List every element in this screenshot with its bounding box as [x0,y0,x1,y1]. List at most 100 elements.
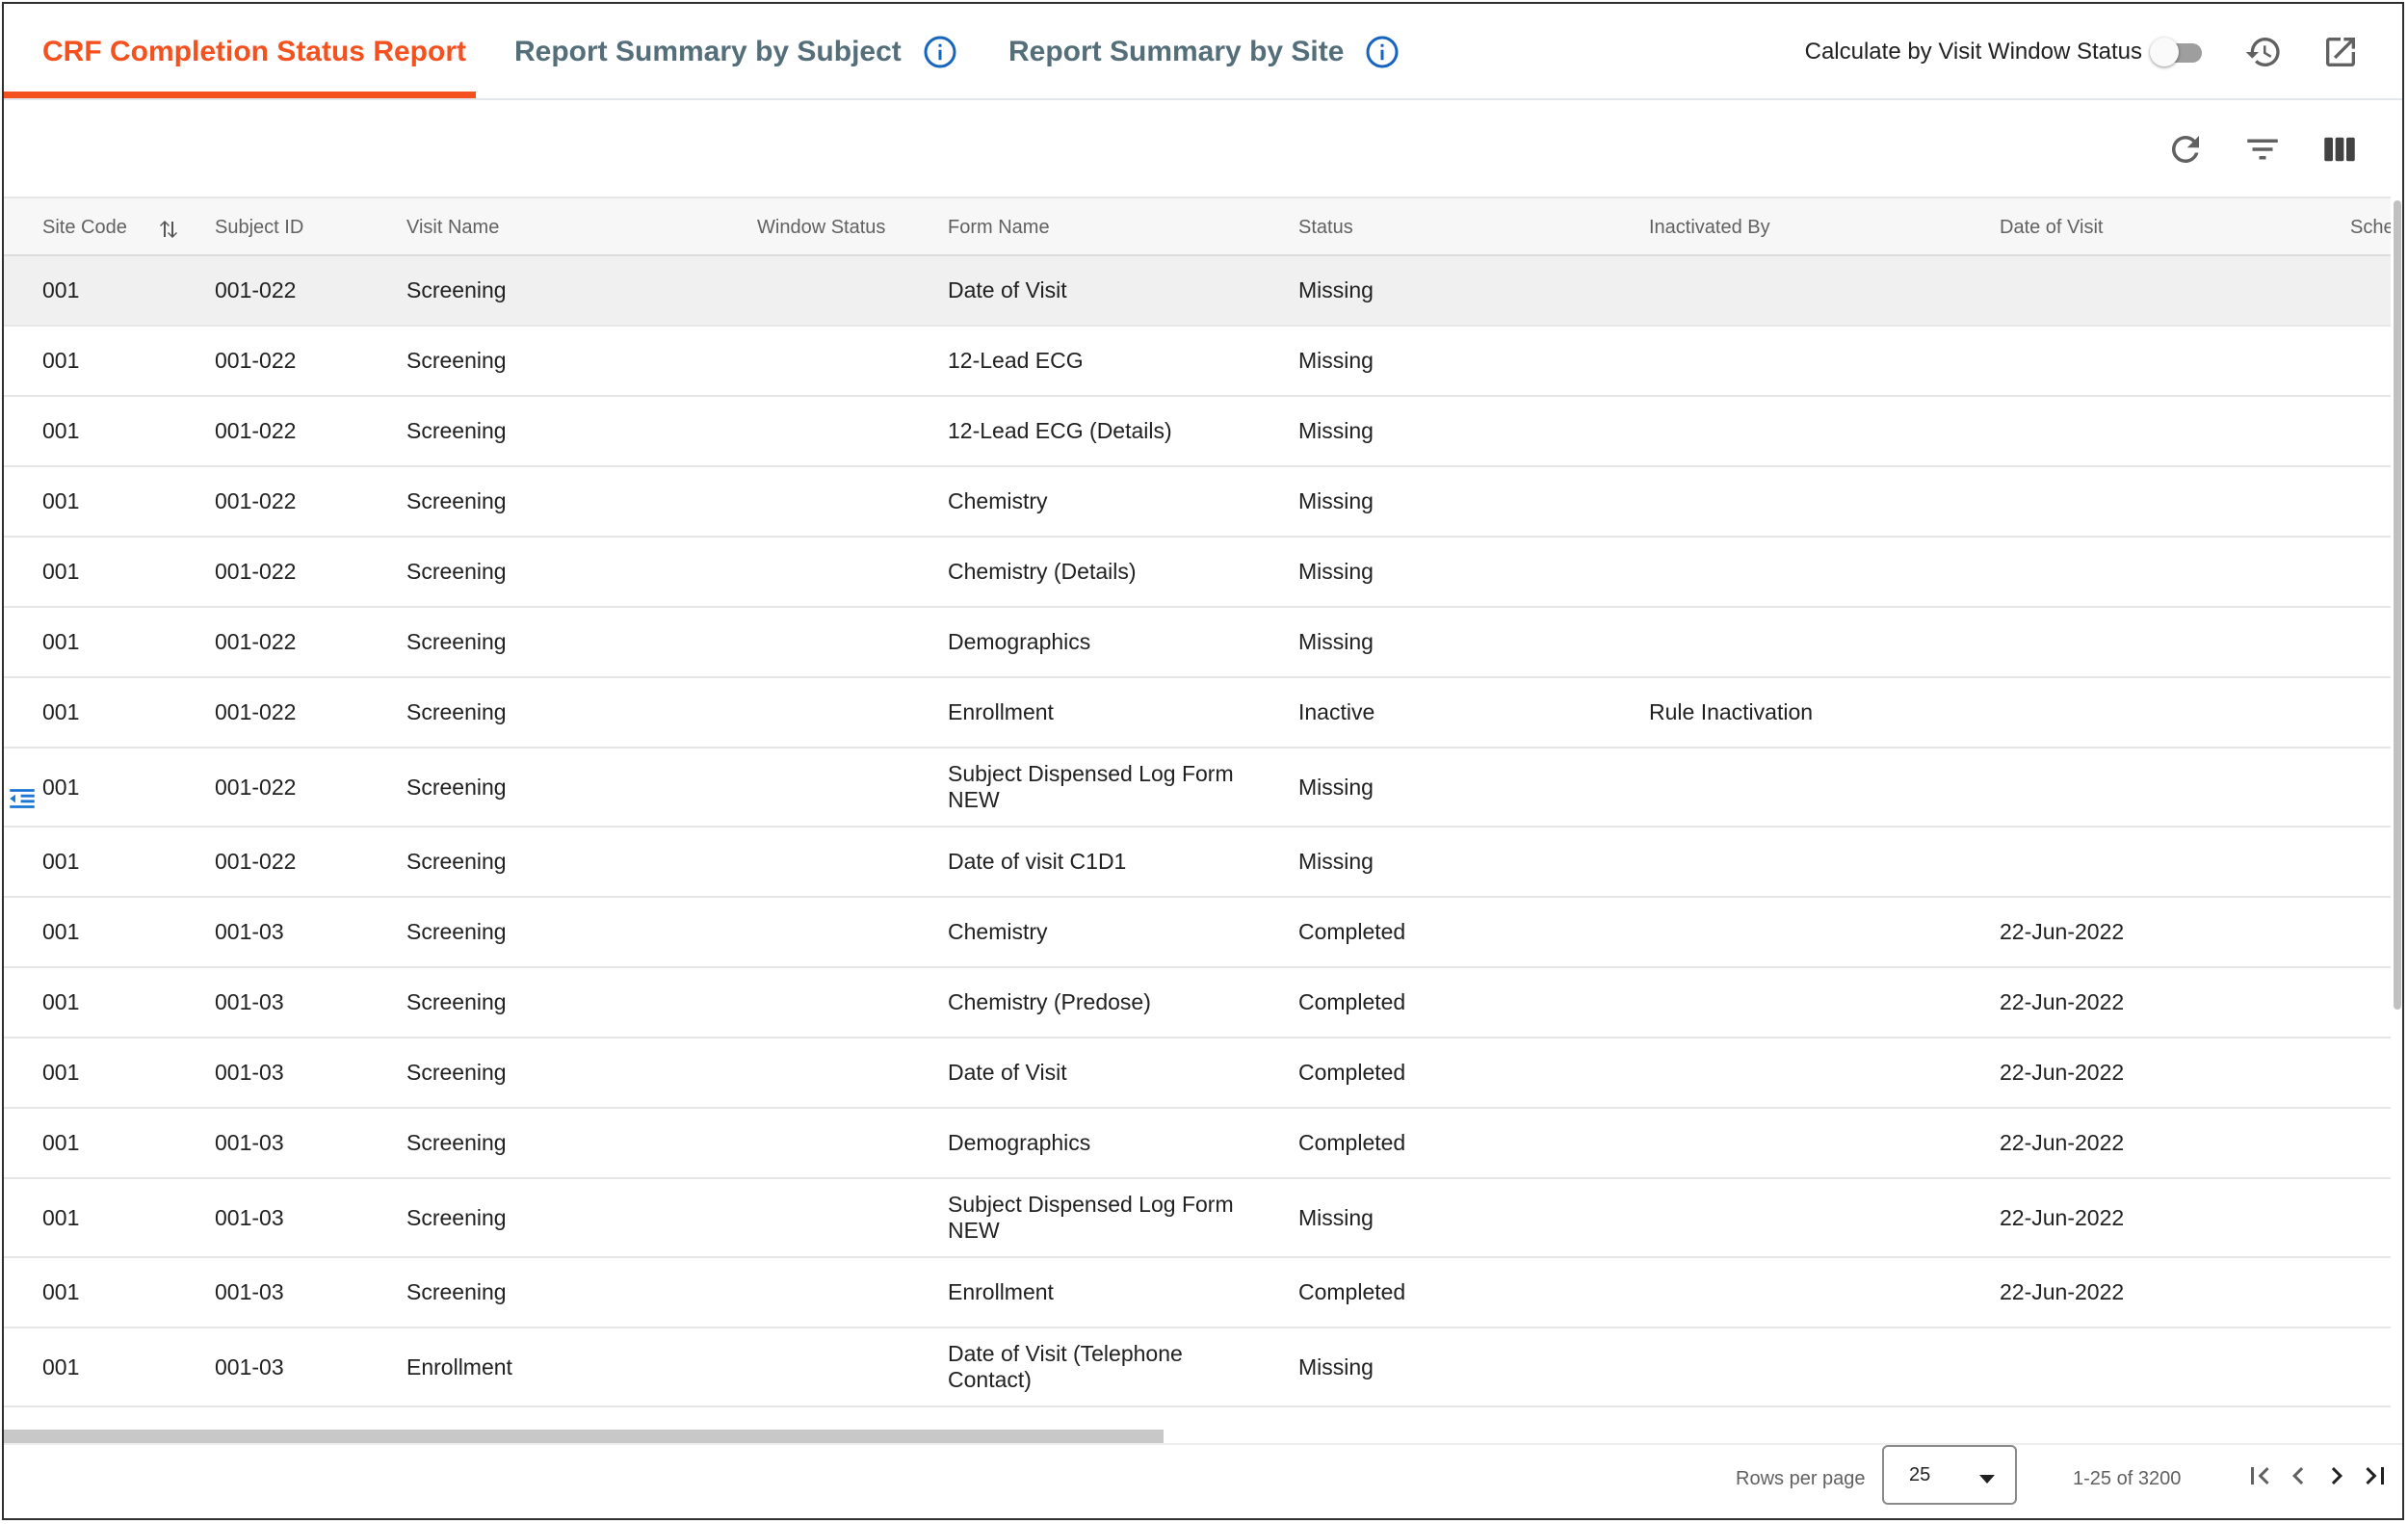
column-header-subject-id[interactable]: Subject ID [215,198,303,256]
cell-status: Completed [1298,1130,1406,1155]
report-toolbar: Calculate by Visit Window Status [1805,4,2402,100]
table-row[interactable]: 001 001-022 Screening Date of visit C1D1 Mis… [4,828,2391,898]
table-row[interactable]: 001 001-022 Screening Date of Visit Missing [4,256,2391,327]
table-row[interactable]: 001 001-022 Screening Chemistry (Details) Mi… [4,538,2391,608]
horizontal-scrollbar-thumb[interactable] [4,1430,1164,1443]
column-header-label: Date of Visit [2000,216,2104,238]
cell-form-name: Demographics [948,629,1091,654]
cell-status: Missing [1298,277,1374,302]
cell-subject-id: 001-03 [215,989,284,1014]
table-row[interactable]: 001 001-022 Screening 12-Lead ECG (Details)… [4,397,2391,467]
table-row[interactable]: 001 001-03 Screening Demographics Completed 2… [4,1109,2391,1179]
visit-window-toggle[interactable] [2150,38,2202,66]
next-page-icon[interactable] [2319,1458,2354,1493]
cell-form-name: 12-Lead ECG [948,348,1084,373]
cell-subject-id: 001-03 [215,1204,284,1230]
cell-status: Missing [1298,488,1374,513]
cell-visit-name: Screening [406,418,507,443]
cell-site-code: 001 [42,418,80,443]
vertical-scrollbar-thumb[interactable] [2394,200,2401,1010]
crf-status-grid: Site Code Subject ID Visit Name Window S… [4,197,2391,1428]
table-row[interactable]: 001 001-022 Screening Subject Dispensed Log… [4,749,2391,828]
vertical-scrollbar[interactable] [2391,197,2402,1441]
sort-icon[interactable] [158,218,179,241]
cell-subject-id: 001-022 [215,418,297,443]
pagination-range: 1-25 of 3200 [2073,1468,2182,1489]
cell-form-name: Enrollment [948,1279,1054,1304]
table-row[interactable]: 001 001-022 Screening Demographics Missing [4,608,2391,678]
cell-visit-name: Screening [406,277,507,302]
cell-form-name: Date of visit C1D1 [948,849,1127,874]
cell-site-code: 001 [42,699,80,724]
tab-report-summary-by-site[interactable]: Report Summary by Site [1008,4,1400,100]
cell-visit-name: Screening [406,488,507,513]
grid-body: 001 001-022 Screening Date of Visit Missing 0… [4,256,2391,1407]
cell-status: Missing [1298,1204,1374,1230]
cell-subject-id: 001-03 [215,1279,284,1304]
horizontal-scrollbar[interactable] [4,1428,2391,1443]
column-header-label: Site Code [42,216,127,238]
cell-subject-id: 001-022 [215,849,297,874]
history-icon[interactable] [2244,33,2283,71]
last-page-icon[interactable] [2358,1458,2393,1493]
column-header-visit-name[interactable]: Visit Name [406,198,499,256]
cell-site-code: 001 [42,1279,80,1304]
table-row[interactable]: 001 001-022 Screening Enrollment Inactive Rul… [4,678,2391,749]
expand-panel-icon[interactable] [6,782,39,815]
grid-header: Site Code Subject ID Visit Name Window S… [4,197,2391,256]
info-icon[interactable] [1365,35,1400,69]
cell-site-code: 001 [42,629,80,654]
cell-status: Missing [1298,774,1374,800]
cell-form-name: Enrollment [948,699,1054,724]
cell-visit-name: Screening [406,629,507,654]
column-header-window-status[interactable]: Window Status [757,198,885,256]
cell-subject-id: 001-03 [215,919,284,944]
column-header-date-of-visit[interactable]: Date of Visit [2000,198,2103,256]
rows-per-page-select[interactable]: 25 [1882,1445,2017,1505]
cell-status: Completed [1298,1279,1406,1304]
table-row[interactable]: 001 001-03 Screening Date of Visit Completed… [4,1038,2391,1109]
rows-per-page-value: 25 [1909,1463,1931,1485]
table-row[interactable]: 001 001-03 Screening Chemistry (Predose) Com… [4,968,2391,1038]
tab-report-summary-by-subject[interactable]: Report Summary by Subject [514,4,957,100]
column-header-scheduled[interactable]: Sche [2350,198,2391,256]
cell-subject-id: 001-03 [215,1130,284,1155]
cell-visit-name: Screening [406,989,507,1014]
cell-form-name: Chemistry (Predose) [948,989,1151,1014]
table-row[interactable]: 001 001-03 Enrollment Date of Visit (Teleph… [4,1328,2391,1407]
cell-status: Completed [1298,1060,1406,1085]
column-header-form-name[interactable]: Form Name [948,198,1050,256]
cell-form-name: Chemistry [948,919,1048,944]
cell-date-of-visit: 22-Jun-2022 [2000,989,2125,1014]
table-row[interactable]: 001 001-03 Screening Enrollment Completed 22-… [4,1258,2391,1328]
cell-visit-name: Screening [406,774,507,800]
report-tab-bar: CRF Completion Status Report Report Summ… [4,4,2402,100]
cell-status: Missing [1298,559,1374,584]
cell-site-code: 001 [42,1204,80,1230]
open-in-new-icon[interactable] [2321,33,2360,71]
column-header-label: Sche [2350,216,2391,238]
cell-site-code: 001 [42,1060,80,1085]
filter-icon[interactable] [2242,129,2283,170]
table-row[interactable]: 001 001-03 Screening Subject Dispensed Log … [4,1179,2391,1258]
table-row[interactable]: 001 001-022 Screening 12-Lead ECG Missing [4,327,2391,397]
info-icon[interactable] [923,35,957,69]
table-row[interactable]: 001 001-022 Screening Chemistry Missing [4,467,2391,538]
previous-page-icon[interactable] [2281,1458,2316,1493]
table-row[interactable]: 001 001-03 Screening Chemistry Completed 22-J… [4,898,2391,968]
tab-label: Report Summary by Site [1008,36,1345,67]
first-page-icon[interactable] [2242,1458,2277,1493]
grid-toolbar [4,102,2402,197]
cell-date-of-visit: 22-Jun-2022 [2000,919,2125,944]
column-header-site-code[interactable]: Site Code [42,198,127,256]
column-header-status[interactable]: Status [1298,198,1353,256]
cell-site-code: 001 [42,989,80,1014]
cell-form-name: Date of Visit (Telephone Contact) [948,1341,1183,1392]
cell-form-name: Chemistry [948,488,1048,513]
tab-label: Report Summary by Subject [514,36,902,67]
columns-icon[interactable] [2319,129,2360,170]
cell-visit-name: Screening [406,348,507,373]
tab-crf-completion-status-report[interactable]: CRF Completion Status Report [42,4,466,100]
refresh-icon[interactable] [2165,129,2206,170]
column-header-inactivated-by[interactable]: Inactivated By [1649,198,1770,256]
